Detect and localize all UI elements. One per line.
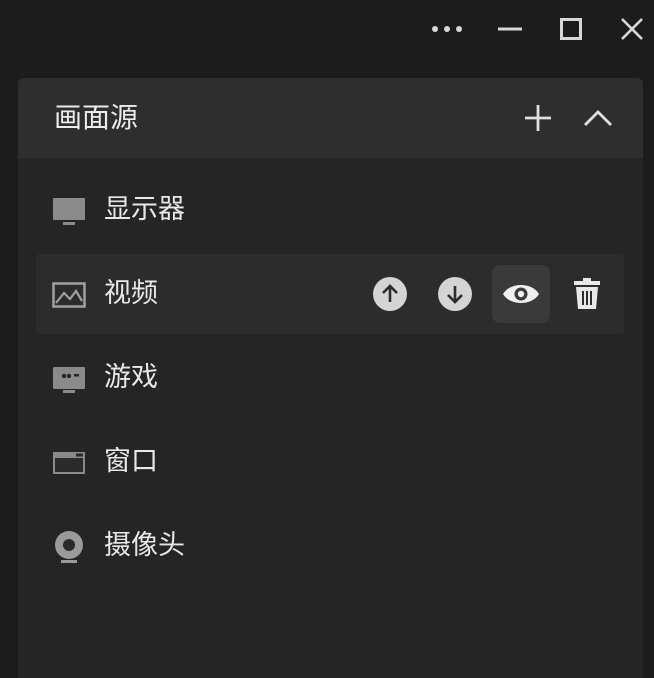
eye-icon bbox=[503, 285, 539, 303]
source-label: 窗口 bbox=[104, 446, 158, 477]
chevron-up-icon bbox=[584, 110, 612, 126]
source-item-window[interactable]: 窗口 bbox=[36, 422, 624, 502]
source-item-game[interactable]: 游戏 bbox=[36, 338, 624, 418]
source-label: 游戏 bbox=[104, 362, 158, 393]
source-label: 显示器 bbox=[104, 194, 185, 225]
monitor-icon bbox=[53, 198, 85, 225]
plus-icon bbox=[525, 105, 551, 131]
source-item-monitor[interactable]: 显示器 bbox=[36, 170, 624, 250]
close-icon[interactable] bbox=[612, 10, 652, 48]
window-icon bbox=[53, 452, 85, 474]
add-source-button[interactable] bbox=[519, 99, 557, 137]
move-up-button[interactable] bbox=[361, 265, 419, 323]
panel-header: 画面源 bbox=[18, 78, 643, 158]
visibility-toggle-button[interactable] bbox=[492, 265, 550, 323]
source-label: 视频 bbox=[104, 278, 158, 309]
trash-icon bbox=[574, 278, 600, 309]
move-down-button[interactable] bbox=[426, 265, 484, 323]
sources-panel: 画面源 显示器 视频 游戏 窗口 摄像头 bbox=[18, 78, 643, 678]
more-dots-icon[interactable] bbox=[427, 10, 467, 48]
delete-source-button[interactable] bbox=[558, 265, 616, 323]
image-icon bbox=[52, 282, 86, 308]
title-bar bbox=[0, 0, 654, 58]
source-item-webcam[interactable]: 摄像头 bbox=[36, 506, 624, 586]
webcam-icon bbox=[55, 531, 83, 563]
source-label: 摄像头 bbox=[104, 530, 185, 561]
arrow-down-circle-icon bbox=[438, 277, 472, 311]
minimize-icon[interactable] bbox=[490, 10, 530, 48]
game-icon bbox=[53, 367, 85, 393]
maximize-icon[interactable] bbox=[551, 10, 591, 48]
collapse-button[interactable] bbox=[579, 99, 617, 137]
arrow-up-circle-icon bbox=[373, 277, 407, 311]
source-item-video[interactable]: 视频 bbox=[36, 254, 624, 334]
panel-title: 画面源 bbox=[54, 101, 139, 134]
